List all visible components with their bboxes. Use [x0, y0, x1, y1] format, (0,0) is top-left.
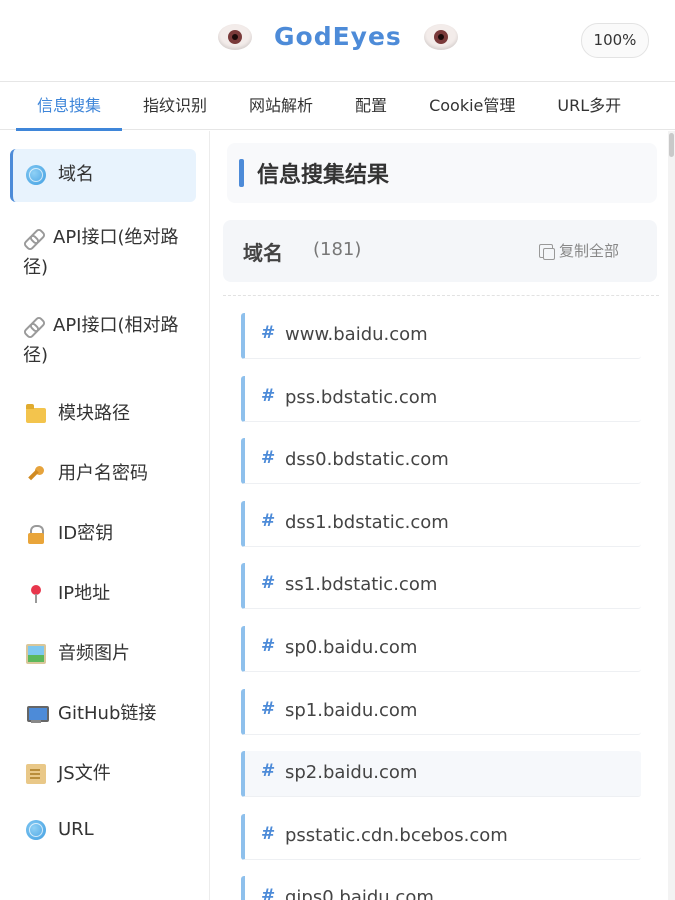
sidebar-item-label: GitHub链接	[58, 703, 157, 724]
sidebar-item-credentials[interactable]: 用户名密码	[10, 459, 196, 489]
page-title: 信息搜集结果	[257, 163, 390, 188]
lock-icon	[26, 524, 46, 544]
copy-icon	[539, 244, 555, 260]
scrollbar[interactable]	[668, 131, 675, 900]
globe-icon	[26, 820, 46, 840]
list-item[interactable]: # psstatic.cdn.bcebos.com	[241, 813, 641, 860]
sidebar-item-label: ID密钥	[58, 523, 114, 544]
sidebar-item-ip[interactable]: IP地址	[10, 579, 196, 609]
domain-text: sp2.baidu.com	[285, 762, 418, 784]
sidebar-item-label: 模块路径	[58, 403, 130, 424]
globe-icon	[26, 165, 46, 185]
domain-list: # www.baidu.com # pss.bdstatic.com # dss…	[241, 313, 641, 900]
sidebar-item-media[interactable]: 音频图片	[10, 639, 196, 669]
sidebar-item-label: API接口(绝对路径)	[23, 227, 179, 278]
app-title: GodEyes	[274, 22, 402, 51]
folder-icon	[26, 404, 46, 423]
tab-site-parse[interactable]: 网站解析	[228, 82, 334, 130]
divider	[223, 295, 659, 296]
list-item[interactable]: # gips0.baidu.com	[241, 876, 641, 900]
sidebar-item-js[interactable]: JS文件	[10, 759, 196, 789]
domain-text: dss1.bdstatic.com	[285, 511, 449, 533]
sidebar-item-github[interactable]: GitHub链接	[10, 699, 196, 729]
tab-fingerprint[interactable]: 指纹识别	[122, 82, 228, 130]
tab-bar: 信息搜集 指纹识别 网站解析 配置 Cookie管理 URL多开	[0, 82, 675, 131]
domain-text: sp1.baidu.com	[285, 699, 418, 721]
domain-text: sp0.baidu.com	[285, 636, 418, 658]
hash-icon: #	[261, 823, 276, 844]
hash-icon: #	[261, 510, 276, 531]
link-icon	[23, 228, 43, 248]
hash-icon: #	[261, 886, 276, 900]
eye-icon	[218, 23, 252, 50]
domain-text: gips0.baidu.com	[285, 887, 434, 900]
hash-icon: #	[261, 448, 276, 469]
list-item[interactable]: # sp2.baidu.com	[241, 751, 641, 798]
section-count: (181)	[313, 239, 362, 260]
scrollbar-thumb[interactable]	[669, 133, 674, 157]
key-icon	[26, 464, 46, 484]
list-item[interactable]: # dss0.bdstatic.com	[241, 438, 641, 485]
sidebar-item-api-relative[interactable]: API接口(相对路径)	[10, 311, 196, 371]
sidebar-item-label: IP地址	[58, 583, 111, 604]
list-item[interactable]: # dss1.bdstatic.com	[241, 500, 641, 547]
domain-text: ss1.bdstatic.com	[285, 574, 438, 596]
list-item[interactable]: # ss1.bdstatic.com	[241, 563, 641, 610]
sidebar-item-label: 用户名密码	[58, 463, 148, 484]
list-item[interactable]: # sp1.baidu.com	[241, 688, 641, 735]
sidebar-item-module-path[interactable]: 模块路径	[10, 399, 196, 429]
list-item[interactable]: # sp0.baidu.com	[241, 625, 641, 672]
section-header: 域名 (181) 复制全部	[223, 220, 657, 282]
list-item[interactable]: # www.baidu.com	[241, 313, 641, 359]
scroll-icon	[26, 764, 46, 784]
sidebar-item-id-key[interactable]: ID密钥	[10, 519, 196, 549]
domain-text: pss.bdstatic.com	[285, 386, 438, 408]
pin-icon	[26, 584, 46, 604]
image-icon	[26, 644, 46, 664]
title-accent-bar	[239, 159, 244, 187]
domain-text: psstatic.cdn.bcebos.com	[285, 824, 508, 846]
hash-icon: #	[261, 385, 276, 406]
brand: GodEyes	[218, 22, 458, 51]
hash-icon: #	[261, 573, 276, 594]
section-name: 域名	[243, 241, 283, 265]
tab-cookie[interactable]: Cookie管理	[408, 82, 536, 130]
sidebar-item-label: 域名	[58, 164, 94, 185]
copy-all-button[interactable]: 复制全部	[539, 240, 619, 261]
app-header: GodEyes 100%	[0, 0, 675, 82]
sidebar-item-label: API接口(相对路径)	[23, 315, 179, 366]
list-item[interactable]: # pss.bdstatic.com	[241, 375, 641, 422]
sidebar: 域名 API接口(绝对路径) API接口(相对路径) 模块路径 用户名密码 ID…	[0, 131, 210, 900]
eye-icon	[423, 23, 458, 50]
domain-text: www.baidu.com	[285, 324, 428, 345]
result-header: 信息搜集结果	[227, 143, 657, 203]
tab-info-collect[interactable]: 信息搜集	[16, 82, 123, 131]
monitor-icon	[26, 704, 49, 724]
sidebar-item-label: 音频图片	[58, 643, 130, 664]
sidebar-item-domain[interactable]: 域名	[10, 149, 196, 202]
sidebar-item-label: JS文件	[58, 763, 111, 784]
main-content: 信息搜集结果 域名 (181) 复制全部 # www.baidu.com # p…	[211, 131, 675, 900]
sidebar-item-api-absolute[interactable]: API接口(绝对路径)	[10, 223, 196, 283]
hash-icon: #	[261, 635, 276, 656]
tab-config[interactable]: 配置	[334, 82, 408, 130]
sidebar-item-url[interactable]: URL	[10, 815, 196, 845]
sidebar-item-label: URL	[58, 819, 94, 840]
hash-icon: #	[261, 761, 276, 782]
domain-text: dss0.bdstatic.com	[285, 449, 449, 471]
copy-all-label: 复制全部	[559, 242, 620, 260]
tab-url-multi[interactable]: URL多开	[536, 82, 642, 130]
hash-icon: #	[261, 698, 276, 719]
link-icon	[23, 316, 43, 336]
hash-icon: #	[261, 323, 276, 343]
zoom-button[interactable]: 100%	[581, 23, 649, 58]
